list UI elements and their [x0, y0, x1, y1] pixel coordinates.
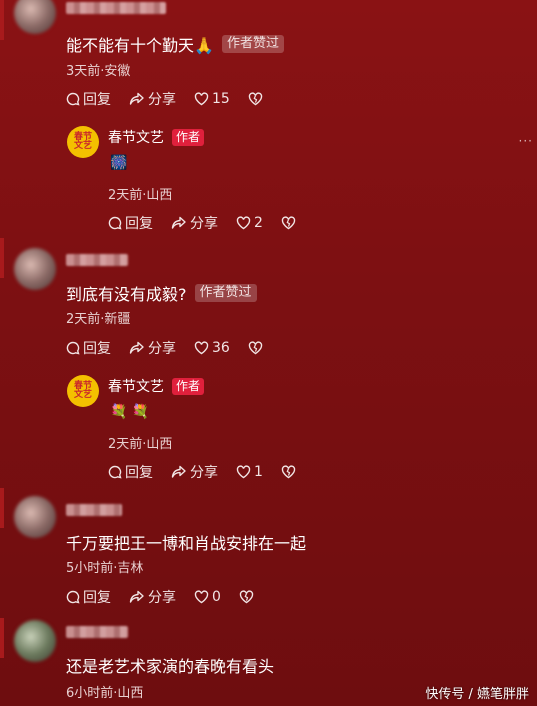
- like-button[interactable]: 36: [194, 340, 230, 356]
- comment-body: 千万要把王一博和肖战安排在一起: [66, 534, 307, 553]
- comment-actions: 回复 分享 15: [66, 89, 284, 109]
- reply-meta: 2天前·山西: [108, 188, 173, 203]
- comment-text: 还是老艺术家演的春晚有看头: [66, 653, 274, 677]
- reply-content: 🎆: [110, 155, 128, 171]
- left-accent-bar: [0, 0, 4, 40]
- avatar[interactable]: [14, 248, 56, 290]
- username[interactable]: [66, 254, 128, 266]
- comment-text: 千万要把王一博和肖战安排在一起: [66, 530, 306, 554]
- reply-icon: [66, 341, 80, 355]
- heart-icon: [236, 465, 251, 479]
- reply-avatar[interactable]: 春节文艺: [67, 126, 99, 158]
- share-icon: [129, 92, 144, 105]
- avatar[interactable]: [14, 496, 56, 538]
- reply-actions: 回复 分享 1: [108, 462, 317, 482]
- username[interactable]: [66, 626, 128, 638]
- comment-body: 还是老艺术家演的春晚有看头: [66, 657, 275, 676]
- left-accent-bar: [0, 618, 4, 658]
- left-accent-bar: [0, 238, 4, 278]
- dislike-button[interactable]: [239, 590, 257, 604]
- reply-username[interactable]: 春节文艺: [108, 127, 164, 147]
- reply-icon: [108, 465, 122, 479]
- author-tag: 作者: [172, 377, 205, 395]
- reply-username[interactable]: 春节文艺: [108, 376, 164, 396]
- comment-meta: 6小时前·山西: [66, 686, 144, 701]
- like-button[interactable]: 2: [236, 215, 263, 231]
- share-icon: [129, 341, 144, 354]
- reply-header: 春节文艺 作者: [108, 376, 205, 396]
- reply-icon: [66, 92, 80, 106]
- comment-actions: 回复 分享 0: [66, 587, 275, 607]
- reply-icon: [108, 216, 122, 230]
- more-options-icon[interactable]: ···: [519, 134, 533, 148]
- username[interactable]: [66, 2, 166, 14]
- left-accent-bar: [0, 488, 4, 528]
- reply-header: 春节文艺 作者: [108, 127, 205, 147]
- broken-heart-icon: [248, 92, 263, 106]
- avatar[interactable]: [14, 620, 56, 662]
- reply-button[interactable]: 回复: [108, 462, 153, 482]
- broken-heart-icon: [239, 590, 254, 604]
- share-icon: [129, 590, 144, 603]
- reply-meta: 2天前·山西: [108, 437, 173, 452]
- broken-heart-icon: [248, 341, 263, 355]
- heart-icon: [236, 216, 251, 230]
- comment-body: 能不能有十个勤天🙏: [66, 36, 214, 55]
- heart-icon: [194, 590, 209, 604]
- broken-heart-icon: [281, 465, 296, 479]
- comment-meta: 5小时前·吉林: [66, 561, 144, 576]
- reply-button[interactable]: 回复: [66, 338, 111, 358]
- broken-heart-icon: [281, 216, 296, 230]
- share-button[interactable]: 分享: [171, 462, 218, 482]
- dislike-button[interactable]: [281, 216, 299, 230]
- watermark: 快传号 / 嬿笔胖胖: [425, 687, 529, 702]
- dislike-button[interactable]: [248, 92, 266, 106]
- reply-avatar[interactable]: 春节文艺: [67, 375, 99, 407]
- reply-button[interactable]: 回复: [108, 213, 153, 233]
- comment-meta: 2天前·新疆: [66, 312, 131, 327]
- share-icon: [171, 465, 186, 478]
- avatar[interactable]: [14, 0, 56, 34]
- share-button[interactable]: 分享: [129, 338, 176, 358]
- reply-icon: [66, 590, 80, 604]
- share-button[interactable]: 分享: [171, 213, 218, 233]
- author-liked-tag: 作者赞过: [221, 35, 284, 53]
- comment-meta: 3天前·安徽: [66, 64, 131, 79]
- comment-actions: 回复 分享 36: [66, 338, 284, 358]
- share-icon: [171, 216, 186, 229]
- heart-icon: [194, 341, 209, 355]
- author-liked-tag: 作者赞过: [194, 284, 257, 302]
- dislike-button[interactable]: [281, 465, 299, 479]
- comment-text: 到底有没有成毅? 作者赞过: [66, 281, 257, 305]
- comment-body: 到底有没有成毅?: [66, 285, 187, 304]
- share-button[interactable]: 分享: [129, 587, 176, 607]
- dislike-button[interactable]: [248, 341, 266, 355]
- like-button[interactable]: 15: [194, 91, 230, 107]
- reply-button[interactable]: 回复: [66, 89, 111, 109]
- reply-actions: 回复 分享 2: [108, 213, 317, 233]
- comment-text: 能不能有十个勤天🙏 作者赞过: [66, 32, 284, 56]
- author-tag: 作者: [172, 128, 205, 146]
- like-button[interactable]: 1: [236, 464, 263, 480]
- reply-button[interactable]: 回复: [66, 587, 111, 607]
- reply-content: 💐 💐: [110, 404, 150, 420]
- heart-icon: [194, 92, 209, 106]
- username[interactable]: [66, 504, 122, 516]
- share-button[interactable]: 分享: [129, 89, 176, 109]
- like-button[interactable]: 0: [194, 589, 221, 605]
